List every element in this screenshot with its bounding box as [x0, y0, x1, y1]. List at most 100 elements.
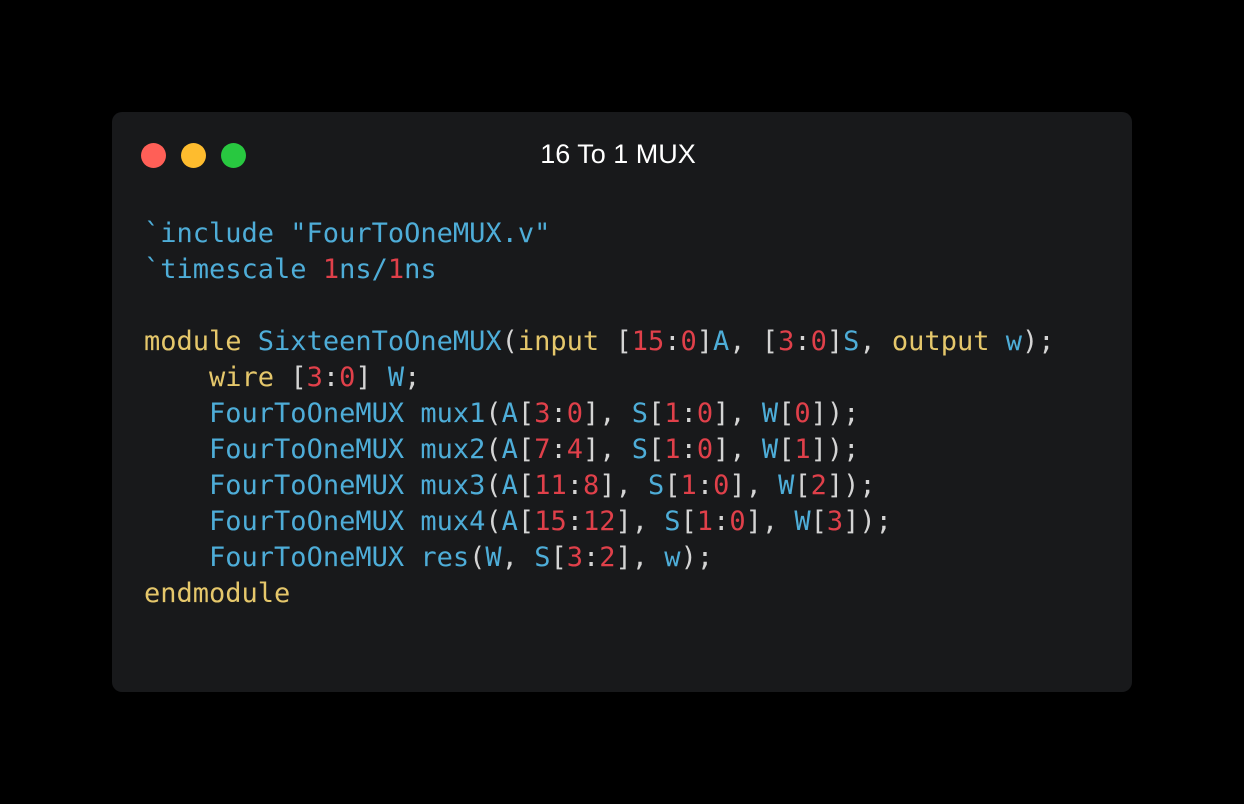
code-token: ); — [680, 542, 714, 573]
code-token: 0 — [729, 506, 746, 537]
code-token: S — [631, 434, 649, 465]
code-token: `timescale — [144, 254, 323, 285]
code-token: [ — [778, 398, 795, 429]
code-token: A — [713, 326, 730, 357]
code-token: A — [501, 506, 518, 537]
code-token: ], — [615, 506, 665, 537]
code-token: S — [534, 542, 551, 573]
code-token: ]); — [826, 470, 876, 501]
code-token: 3 — [778, 326, 795, 357]
code-token: ( — [469, 542, 486, 573]
code-token: W — [485, 542, 502, 573]
code-token: S — [843, 326, 860, 357]
code-token: A — [501, 398, 518, 429]
code-token: , — [859, 326, 892, 357]
code-line: FourToOneMUX res(W, S[3:2], w); — [144, 540, 1055, 576]
code-token: [ — [517, 434, 535, 465]
code-token: FourToOneMUX — [209, 506, 421, 537]
code-token: ( — [485, 470, 502, 501]
code-token: W — [761, 398, 779, 429]
code-token: , — [501, 542, 535, 573]
code-token: ], — [713, 434, 762, 465]
code-token: : — [696, 470, 714, 501]
code-token: ( — [485, 434, 502, 465]
code-token: : — [566, 470, 583, 501]
code-token: [ — [648, 434, 665, 465]
code-token: [ — [517, 506, 535, 537]
code-token: [ — [290, 362, 307, 393]
code-token: ], — [713, 398, 762, 429]
code-token: ], — [729, 470, 779, 501]
code-token: 3 — [306, 362, 323, 393]
window-titlebar: 16 To 1 MUX — [112, 112, 1132, 198]
code-token: ns — [404, 254, 437, 285]
code-token: [ — [648, 398, 665, 429]
code-line: FourToOneMUX mux4(A[15:12], S[1:0], W[3]… — [144, 504, 1055, 540]
code-token: ], — [582, 434, 632, 465]
code-token: FourToOneMUX — [209, 434, 421, 465]
code-token: module — [144, 326, 258, 357]
code-token: [ — [517, 470, 535, 501]
code-token: mux2 — [420, 434, 486, 465]
code-token: ], — [582, 398, 632, 429]
code-line: FourToOneMUX mux3(A[11:8], S[1:0], W[2])… — [144, 468, 1055, 504]
code-token: ; — [404, 362, 421, 393]
code-token: : — [713, 506, 730, 537]
code-token: 3 — [826, 506, 844, 537]
code-token: res — [420, 542, 470, 573]
code-token: mux1 — [420, 398, 486, 429]
code-token: 4 — [566, 434, 583, 465]
code-token: [ — [680, 506, 697, 537]
code-line: module SixteenToOneMUX(input [15:0]A, [3… — [144, 324, 1055, 360]
code-token: 15 — [631, 326, 665, 357]
code-token: 0 — [810, 326, 827, 357]
code-token: : — [794, 326, 811, 357]
code-token: W — [778, 470, 795, 501]
code-token: ], — [745, 506, 795, 537]
code-token: 2 — [599, 542, 616, 573]
code-token: 15 — [534, 506, 567, 537]
code-token: [ — [550, 542, 567, 573]
code-token: ] — [355, 362, 388, 393]
code-token: ], — [599, 470, 649, 501]
code-token: 3 — [534, 398, 551, 429]
code-token: 0 — [566, 398, 583, 429]
code-line: wire [3:0] W; — [144, 360, 1055, 396]
code-token: S — [631, 398, 649, 429]
code-token: 1 — [322, 254, 340, 285]
code-token: [ — [615, 326, 632, 357]
code-token: 0 — [794, 398, 811, 429]
code-token: FourToOneMUX — [209, 470, 421, 501]
code-token: ]); — [843, 506, 892, 537]
code-token: W — [387, 362, 405, 393]
code-block: `include "FourToOneMUX.v" `timescale 1ns/… — [144, 216, 1055, 612]
code-token: 2 — [810, 470, 827, 501]
code-token: ns/ — [339, 254, 388, 285]
window-title: 16 To 1 MUX — [540, 139, 696, 169]
code-token: mux3 — [420, 470, 486, 501]
code-token: wire — [209, 362, 291, 393]
code-token: 12 — [582, 506, 616, 537]
code-token: 1 — [680, 470, 697, 501]
code-line: endmodule — [144, 576, 1055, 612]
code-token: : — [664, 326, 681, 357]
code-token: 3 — [566, 542, 583, 573]
code-token: FourToOneMUX — [209, 398, 421, 429]
code-token: w — [1005, 326, 1022, 357]
code-token: W — [761, 434, 779, 465]
code-token: input — [517, 326, 616, 357]
code-token: [ — [517, 398, 535, 429]
code-token: S — [648, 470, 665, 501]
code-line: FourToOneMUX mux1(A[3:0], S[1:0], W[0]); — [144, 396, 1055, 432]
code-token: : — [566, 506, 583, 537]
code-token: 0 — [696, 398, 714, 429]
code-token: [ — [778, 434, 795, 465]
code-token: 11 — [534, 470, 567, 501]
code-token: 0 — [696, 434, 714, 465]
code-token: : — [550, 398, 567, 429]
code-token: : — [680, 434, 697, 465]
